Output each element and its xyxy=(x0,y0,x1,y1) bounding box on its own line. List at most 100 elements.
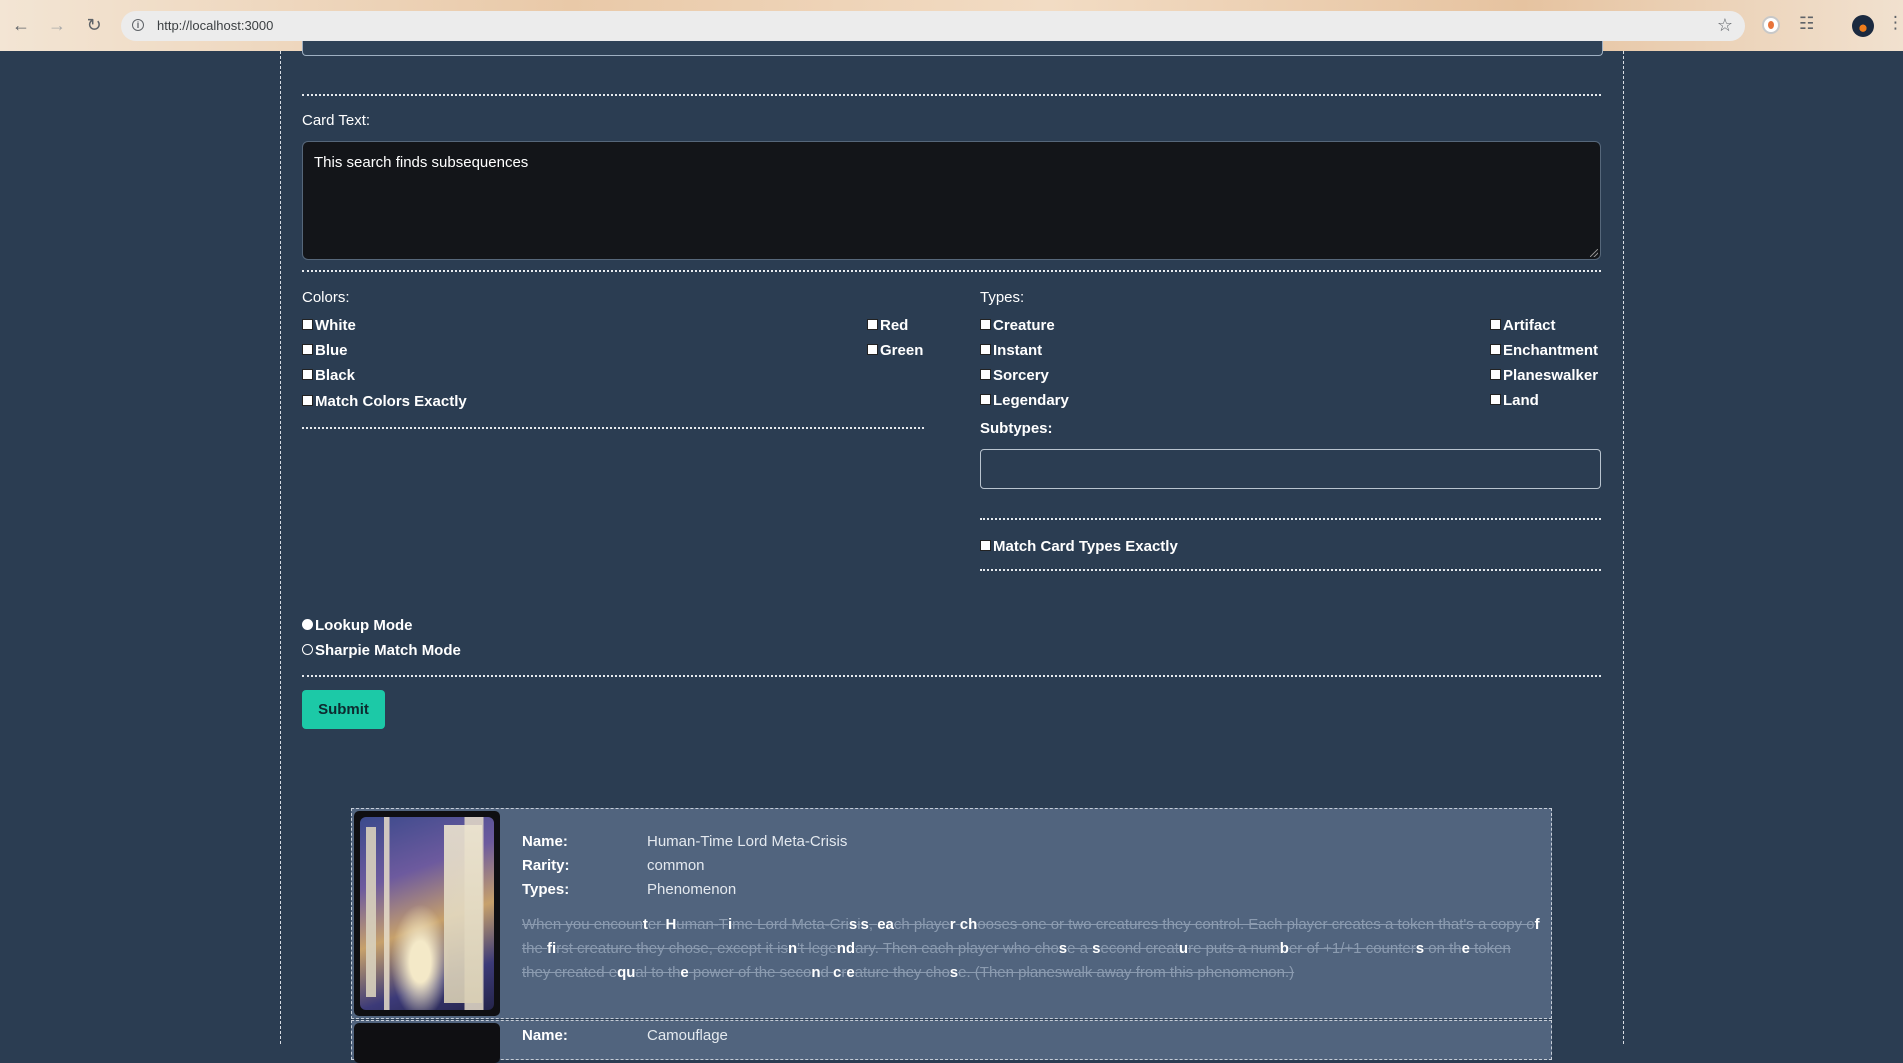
unmatched-text: the xyxy=(522,940,548,957)
submit-button[interactable]: Submit xyxy=(302,690,385,729)
radio-label: Sharpie Match Mode xyxy=(315,642,461,659)
unmatched-text: rst creature they chose, except it is xyxy=(556,940,788,957)
unmatched-text: er of +1/+1 counter xyxy=(1288,940,1416,957)
card-thumbnail[interactable] xyxy=(354,811,500,1016)
card-text-label: Card Text: xyxy=(302,112,371,129)
checkbox-box[interactable] xyxy=(1490,344,1501,355)
checkbox-label: Match Card Types Exactly xyxy=(993,538,1178,555)
matched-text: s xyxy=(1058,940,1068,957)
unmatched-text: ooses one or two creatures they control.… xyxy=(977,916,1535,933)
checkbox-label: Creature xyxy=(993,317,1055,334)
divider xyxy=(302,94,1601,96)
unmatched-text: 't lege xyxy=(797,940,837,957)
unmatched-text: d xyxy=(820,964,834,981)
result-card: Name: Camouflage xyxy=(351,1020,1552,1063)
radio-lookup-mode[interactable]: Lookup Mode xyxy=(302,617,413,634)
divider xyxy=(980,518,1601,520)
unmatched-text: re puts a num xyxy=(1188,940,1280,957)
extension-icon[interactable] xyxy=(1762,16,1780,34)
types-label: Types: xyxy=(522,881,570,898)
checkbox-sorcery[interactable]: Sorcery xyxy=(980,367,1049,384)
unmatched-text: ch playe xyxy=(893,916,950,933)
matched-text: n xyxy=(836,940,846,957)
matched-text: qu xyxy=(617,964,636,981)
extensions-puzzle-icon[interactable]: ☷ xyxy=(1799,14,1814,34)
checkbox-label: Black xyxy=(315,367,356,384)
checkbox-green[interactable]: Green xyxy=(867,342,923,359)
unmatched-text: ary. Then each player who cho xyxy=(855,940,1059,957)
menu-kebab-icon[interactable]: ⋮ xyxy=(1887,13,1903,33)
checkbox-box[interactable] xyxy=(867,344,878,355)
checkbox-red[interactable]: Red xyxy=(867,317,908,334)
forward-icon[interactable]: → xyxy=(46,14,68,36)
checkbox-planeswalker[interactable]: Planeswalker xyxy=(1490,367,1598,384)
checkbox-box[interactable] xyxy=(1490,319,1501,330)
checkbox-box[interactable] xyxy=(1490,394,1501,405)
divider xyxy=(980,569,1601,571)
checkbox-legendary[interactable]: Legendary xyxy=(980,392,1069,409)
reload-icon[interactable]: ↻ xyxy=(83,14,105,36)
checkbox-box[interactable] xyxy=(1490,369,1501,380)
checkbox-label: Green xyxy=(880,342,924,359)
resize-grip-icon[interactable] xyxy=(1590,249,1598,257)
matched-text: s xyxy=(1415,940,1425,957)
checkbox-label: Enchantment xyxy=(1503,342,1599,359)
checkbox-box[interactable] xyxy=(980,394,991,405)
checkbox-box[interactable] xyxy=(302,369,313,380)
radio-button[interactable] xyxy=(302,619,313,630)
card-name: Human-Time Lord Meta-Crisis xyxy=(647,833,848,850)
unmatched-text: uman-T xyxy=(676,916,728,933)
radio-sharpie-match-mode[interactable]: Sharpie Match Mode xyxy=(302,642,461,659)
radio-button[interactable] xyxy=(302,644,313,655)
checkbox-box[interactable] xyxy=(980,344,991,355)
checkbox-land[interactable]: Land xyxy=(1490,392,1539,409)
checkbox-box[interactable] xyxy=(980,319,991,330)
matched-text: e xyxy=(1461,940,1470,957)
matched-text: ch xyxy=(959,916,978,933)
checkbox-label: Artifact xyxy=(1503,317,1556,334)
checkbox-artifact[interactable]: Artifact xyxy=(1490,317,1556,334)
back-icon[interactable]: ← xyxy=(10,14,32,36)
checkbox-black[interactable]: Black xyxy=(302,367,355,384)
checkbox-blue[interactable]: Blue xyxy=(302,342,348,359)
checkbox-match-card-types-exactly[interactable]: Match Card Types Exactly xyxy=(980,538,1178,555)
checkbox-instant[interactable]: Instant xyxy=(980,342,1042,359)
bookmark-star-icon[interactable]: ☆ xyxy=(1717,15,1733,36)
checkbox-box[interactable] xyxy=(302,319,313,330)
checkbox-box[interactable] xyxy=(867,319,878,330)
divider xyxy=(302,270,1601,272)
checkbox-label: Blue xyxy=(315,342,348,359)
checkbox-creature[interactable]: Creature xyxy=(980,317,1055,334)
checkbox-box[interactable] xyxy=(302,395,313,406)
checkbox-match-colors-exactly[interactable]: Match Colors Exactly xyxy=(302,393,467,410)
checkbox-label: Land xyxy=(1503,392,1539,409)
unmatched-text: econd creat xyxy=(1100,940,1179,957)
checkbox-white[interactable]: White xyxy=(302,317,356,334)
matched-text: s xyxy=(1092,940,1101,957)
address-bar[interactable]: i http://localhost:3000 ☆ xyxy=(121,11,1745,41)
unmatched-text: e. (Then planeswalk away from this pheno… xyxy=(958,964,1295,981)
card-text-input[interactable]: This search finds subsequences xyxy=(302,141,1601,260)
unmatched-text: e a xyxy=(1067,940,1093,957)
checkbox-box[interactable] xyxy=(302,344,313,355)
rarity-label: Rarity: xyxy=(522,857,570,874)
divider xyxy=(302,427,924,429)
card-thumbnail[interactable] xyxy=(354,1023,500,1063)
card-text-value[interactable]: This search finds subsequences xyxy=(314,154,528,171)
url-text[interactable]: http://localhost:3000 xyxy=(157,18,273,33)
search-page: Card Text: This search finds subsequence… xyxy=(280,41,1624,1063)
unmatched-text: power of the seco xyxy=(688,964,812,981)
subtypes-input[interactable] xyxy=(980,449,1601,489)
matched-text: u xyxy=(1178,940,1189,957)
site-info-icon[interactable]: i xyxy=(132,19,144,31)
checkbox-box[interactable] xyxy=(980,369,991,380)
checkbox-box[interactable] xyxy=(980,540,991,551)
types-label: Types: xyxy=(980,289,1025,306)
card-rarity: common xyxy=(647,857,705,874)
profile-avatar[interactable] xyxy=(1852,15,1874,37)
unmatched-text: me Lord Meta-Cri xyxy=(732,916,849,933)
matched-text: s xyxy=(860,916,869,933)
name-label: Name: xyxy=(522,833,568,850)
name-input[interactable] xyxy=(302,41,1603,56)
checkbox-enchantment[interactable]: Enchantment xyxy=(1490,342,1598,359)
